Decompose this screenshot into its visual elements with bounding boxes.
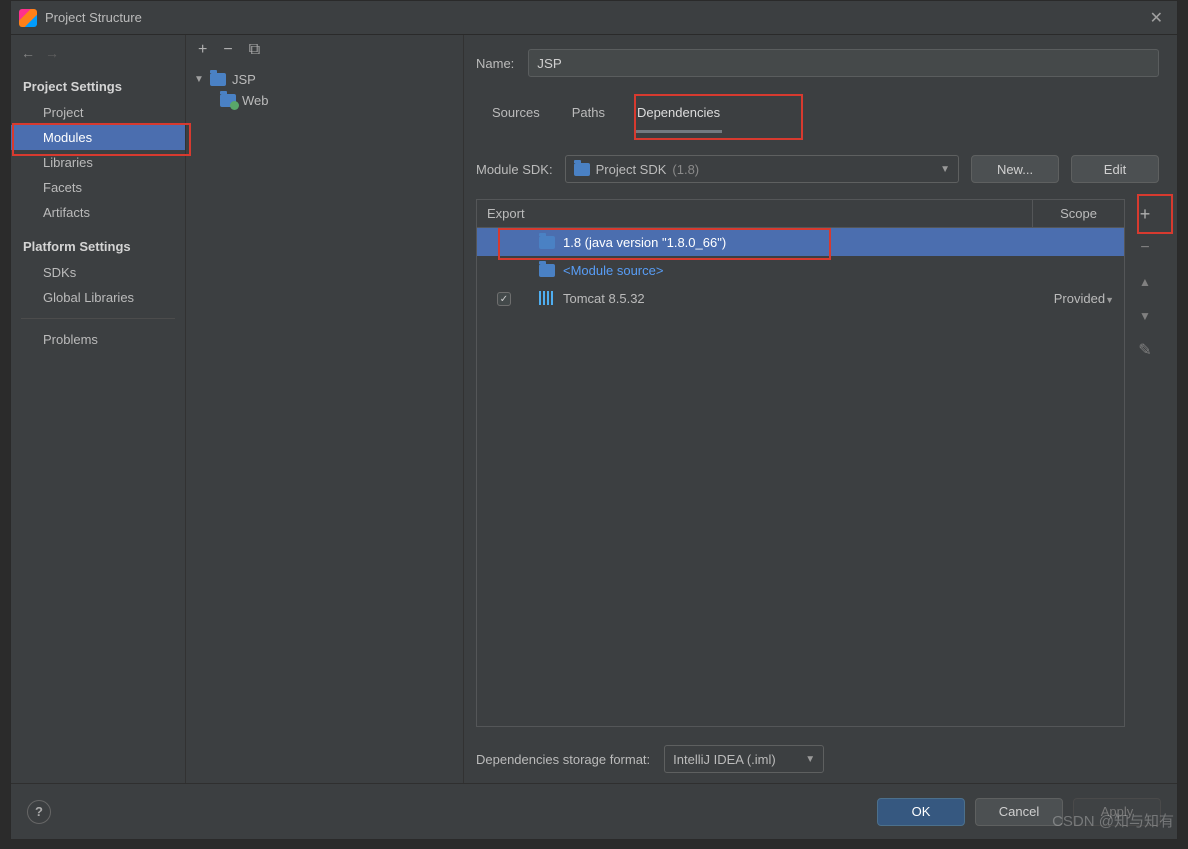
remove-module-icon[interactable]: − [223,41,232,59]
header-export: Export [477,206,531,221]
sidebar-item-sdks[interactable]: SDKs [11,260,185,285]
web-folder-icon [220,94,236,107]
name-label: Name: [476,56,514,71]
deps-row-scope[interactable]: Provided▼ [1032,291,1124,306]
help-icon[interactable]: ? [27,800,51,824]
chevron-down-icon: ▼ [940,164,950,175]
copy-module-icon[interactable]: ⧉ [249,41,260,59]
sdk-value: Project SDK [596,162,667,177]
name-row: Name: [476,49,1159,77]
export-checkbox[interactable]: ✓ [497,292,511,306]
add-dependency-icon[interactable]: + [1134,203,1156,225]
module-folder-icon [210,73,226,86]
window-title: Project Structure [45,10,1144,25]
project-structure-dialog: Project Structure ✕ ← → Project Settings… [10,0,1178,840]
dialog-button-bar: ? OK Cancel Apply [11,783,1177,839]
tab-sources[interactable]: Sources [490,99,542,132]
sdk-row: Module SDK: Project SDK (1.8) ▼ New... E… [476,155,1159,183]
sdk-hint: (1.8) [672,162,699,177]
tab-dependencies[interactable]: Dependencies [635,99,722,133]
sdk-folder-icon [574,163,590,176]
deps-header: Export Scope [477,200,1124,228]
chevron-down-icon: ▼ [805,754,815,765]
storage-value: IntelliJ IDEA (.iml) [673,752,776,767]
settings-sidebar: ← → Project Settings Project Modules Lib… [11,35,186,783]
deps-row-jdk[interactable]: 1.8 (java version "1.8.0_66") [477,228,1124,256]
close-icon[interactable]: ✕ [1144,6,1169,30]
apply-button[interactable]: Apply [1073,798,1161,826]
expander-icon[interactable]: ▼ [194,74,204,85]
jdk-icon [539,236,555,249]
storage-label: Dependencies storage format: [476,752,650,767]
deps-row-text: 1.8 (java version "1.8.0_66") [563,235,726,250]
module-source-icon [539,264,555,277]
storage-row: Dependencies storage format: IntelliJ ID… [476,745,1159,773]
module-sdk-dropdown[interactable]: Project SDK (1.8) ▼ [565,155,959,183]
module-details-panel: Name: Sources Paths Dependencies Module … [464,35,1177,783]
sidebar-section-project: Project Settings [11,65,185,100]
sidebar-item-artifacts[interactable]: Artifacts [11,200,185,225]
module-tree-panel: + − ⧉ ▼ JSP Web [186,35,464,783]
sidebar-divider [21,318,175,319]
sidebar-nav: ← → [11,41,185,65]
sidebar-item-facets[interactable]: Facets [11,175,185,200]
sidebar-item-libraries[interactable]: Libraries [11,150,185,175]
move-up-icon[interactable]: ▲ [1134,271,1156,293]
add-module-icon[interactable]: + [198,41,207,59]
sidebar-item-modules[interactable]: Modules [11,125,185,150]
module-tree: ▼ JSP Web [186,65,463,783]
deps-sidetools: + − ▲ ▼ ✎ [1131,199,1159,727]
edit-dependency-icon[interactable]: ✎ [1134,339,1156,361]
back-icon[interactable]: ← [21,45,35,61]
sidebar-section-platform: Platform Settings [11,225,185,260]
tab-paths[interactable]: Paths [570,99,607,132]
dependencies-area: Export Scope 1.8 (java version "1.8.0_66… [476,199,1159,727]
dependencies-table: Export Scope 1.8 (java version "1.8.0_66… [476,199,1125,727]
tree-node-label: Web [242,93,269,108]
move-down-icon[interactable]: ▼ [1134,305,1156,327]
ok-button[interactable]: OK [877,798,965,826]
module-tabs: Sources Paths Dependencies [490,99,1159,133]
sidebar-item-project[interactable]: Project [11,100,185,125]
deps-row-module-source[interactable]: <Module source> [477,256,1124,284]
header-scope: Scope [1032,200,1124,227]
library-icon [539,291,555,305]
sidebar-item-global-libraries[interactable]: Global Libraries [11,285,185,310]
tree-node-label: JSP [232,72,256,87]
app-icon [19,9,37,27]
forward-icon[interactable]: → [45,45,59,61]
sdk-new-button[interactable]: New... [971,155,1059,183]
tree-node-jsp[interactable]: ▼ JSP [186,69,463,90]
module-name-input[interactable] [528,49,1159,77]
tree-node-web[interactable]: Web [186,90,463,111]
sidebar-item-problems[interactable]: Problems [11,327,185,352]
tree-toolbar: + − ⧉ [186,35,463,65]
remove-dependency-icon[interactable]: − [1134,237,1156,259]
titlebar: Project Structure ✕ [11,1,1177,35]
sdk-edit-button[interactable]: Edit [1071,155,1159,183]
sdk-label: Module SDK: [476,162,553,177]
deps-row-text: Tomcat 8.5.32 [563,291,645,306]
cancel-button[interactable]: Cancel [975,798,1063,826]
storage-format-dropdown[interactable]: IntelliJ IDEA (.iml) ▼ [664,745,824,773]
deps-row-text: <Module source> [563,263,663,278]
deps-row-tomcat[interactable]: ✓ Tomcat 8.5.32 Provided▼ [477,284,1124,312]
